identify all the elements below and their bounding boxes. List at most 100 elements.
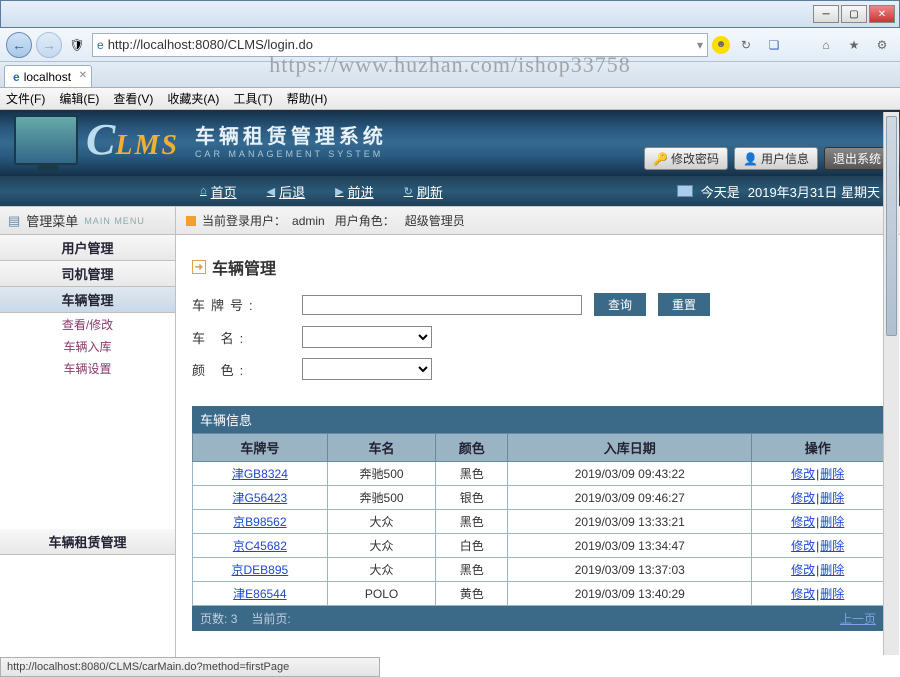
nav-link[interactable]: ▶前进: [335, 182, 373, 201]
name-select[interactable]: [302, 326, 432, 348]
scrollbar-thumb[interactable]: [886, 116, 897, 336]
delete-link[interactable]: 删除: [820, 515, 844, 529]
nav-link[interactable]: ⌂首页: [200, 182, 237, 201]
plate-link[interactable]: 京B98562: [233, 515, 286, 529]
app-nav: ⌂首页◀后退▶前进↻刷新 今天是 2019年3月31日 星期天: [0, 176, 900, 206]
delete-link[interactable]: 删除: [820, 539, 844, 553]
url-field[interactable]: e http://localhost:8080/CLMS/login.do ▾: [92, 33, 708, 57]
tab-strip: e localhost ✕: [0, 62, 900, 88]
plate-link[interactable]: 京DEB895: [232, 563, 289, 577]
user-icon: 👤: [743, 152, 758, 166]
table-header: 入库日期: [508, 434, 752, 462]
close-button[interactable]: ✕: [869, 5, 895, 23]
breadcrumb: 当前登录用户： admin 用户角色： 超级管理员: [176, 207, 900, 235]
table-row: 京B98562大众黑色2019/03/09 13:33:21修改|删除: [193, 510, 884, 534]
delete-link[interactable]: 删除: [820, 491, 844, 505]
key-icon: 🔑: [653, 152, 668, 166]
shield-icon[interactable]: 🛡: [66, 34, 88, 56]
home-icon[interactable]: ⌂: [814, 33, 838, 57]
app-title-cn: 车辆租赁管理系统: [195, 120, 387, 149]
change-password-button[interactable]: 🔑修改密码: [644, 147, 728, 170]
sidebar-sub-item[interactable]: 车辆设置: [0, 357, 175, 379]
vertical-scrollbar[interactable]: [883, 112, 899, 655]
table-header: 车牌号: [193, 434, 328, 462]
browser-menu-item[interactable]: 收藏夹(A): [167, 90, 219, 107]
browser-menu-item[interactable]: 文件(F): [6, 90, 45, 107]
dropdown-icon[interactable]: ▾: [697, 38, 703, 52]
table-row: 津G56423奔驰500银色2019/03/09 09:46:27修改|删除: [193, 486, 884, 510]
sidebar-item-rental[interactable]: 车辆租赁管理: [0, 529, 175, 555]
nav-link[interactable]: ◀后退: [267, 182, 305, 201]
table-title: 车辆信息: [192, 406, 884, 433]
ie-icon: e: [13, 70, 20, 84]
smiley-icon[interactable]: ☻: [712, 36, 730, 54]
edit-link[interactable]: 修改: [791, 515, 815, 529]
user-info-button[interactable]: 👤用户信息: [734, 147, 818, 170]
plate-input[interactable]: [302, 295, 582, 315]
forward-button[interactable]: →: [36, 32, 62, 58]
app-root: CLMS 车辆租赁管理系统 CAR MANAGEMENT SYSTEM 🔑修改密…: [0, 110, 900, 672]
work-area: ▤ 管理菜单 MAIN MENU 用户管理司机管理车辆管理 查看/修改车辆入库车…: [0, 206, 900, 672]
edit-link[interactable]: 修改: [791, 467, 815, 481]
arrow-icon: ➜: [192, 260, 206, 274]
prev-page-link[interactable]: 上一页: [840, 610, 876, 627]
browser-tab[interactable]: e localhost ✕: [4, 65, 92, 87]
table-row: 京DEB895大众黑色2019/03/09 13:37:03修改|删除: [193, 558, 884, 582]
sidebar-item[interactable]: 司机管理: [0, 261, 175, 287]
label-color: 颜 色:: [192, 360, 302, 379]
edit-link[interactable]: 修改: [791, 491, 815, 505]
sidebar-item[interactable]: 车辆管理: [0, 287, 175, 313]
back-button[interactable]: ←: [6, 32, 32, 58]
nav-icon: ▶: [335, 185, 343, 198]
table-header: 操作: [752, 434, 884, 462]
query-button[interactable]: 查询: [594, 293, 646, 316]
edit-link[interactable]: 修改: [791, 563, 815, 577]
square-icon: [186, 216, 196, 226]
browser-menu-item[interactable]: 编辑(E): [59, 90, 99, 107]
car-table: 车辆信息 车牌号车名颜色入库日期操作 津GB8324奔驰500黑色2019/03…: [192, 406, 884, 631]
browser-menu-item[interactable]: 帮助(H): [287, 90, 328, 107]
delete-link[interactable]: 删除: [820, 563, 844, 577]
sidebar-sub-item[interactable]: 查看/修改: [0, 313, 175, 335]
edit-link[interactable]: 修改: [791, 587, 815, 601]
tab-close-icon[interactable]: ✕: [79, 70, 87, 81]
plate-link[interactable]: 津GB8324: [232, 467, 288, 481]
url-text: http://localhost:8080/CLMS/login.do: [108, 37, 693, 52]
list-icon: ▤: [8, 213, 20, 229]
nav-icon: ◀: [267, 185, 275, 198]
table-header: 颜色: [436, 434, 508, 462]
table-row: 京C45682大众白色2019/03/09 13:34:47修改|删除: [193, 534, 884, 558]
tools-icon[interactable]: ⚙: [870, 33, 894, 57]
date-prefix: 今天是: [701, 182, 740, 201]
logout-button[interactable]: 退出系统: [824, 147, 890, 170]
delete-link[interactable]: 删除: [820, 587, 844, 601]
edit-link[interactable]: 修改: [791, 539, 815, 553]
browser-menu-item[interactable]: 查看(V): [113, 90, 153, 107]
maximize-button[interactable]: ▢: [841, 5, 867, 23]
browser-menu-item[interactable]: 工具(T): [233, 90, 272, 107]
sidebar: ▤ 管理菜单 MAIN MENU 用户管理司机管理车辆管理 查看/修改车辆入库车…: [0, 207, 176, 672]
monitor-small-icon: [677, 185, 693, 197]
plate-link[interactable]: 京C45682: [233, 539, 287, 553]
plate-link[interactable]: 津G56423: [232, 491, 287, 505]
delete-link[interactable]: 删除: [820, 467, 844, 481]
app-title-en: CAR MANAGEMENT SYSTEM: [195, 149, 387, 159]
reset-button[interactable]: 重置: [658, 293, 710, 316]
ie-icon: e: [97, 38, 104, 52]
color-select[interactable]: [302, 358, 432, 380]
plate-link[interactable]: 津E86544: [233, 587, 286, 601]
label-plate: 车牌号:: [192, 295, 302, 314]
address-bar: ← → 🛡 e http://localhost:8080/CLMS/login…: [0, 28, 900, 62]
favorites-icon[interactable]: ★: [842, 33, 866, 57]
main-content: 当前登录用户： admin 用户角色： 超级管理员 ➜ 车辆管理 车牌号: 查询…: [176, 207, 900, 672]
window-titlebar: ─ ▢ ✕: [0, 0, 900, 28]
feed-icon[interactable]: ❏: [762, 33, 786, 57]
monitor-icon: [14, 115, 78, 165]
nav-icon: ↻: [404, 185, 413, 198]
page-title: ➜ 车辆管理: [192, 255, 890, 279]
minimize-button[interactable]: ─: [813, 5, 839, 23]
sidebar-sub-item[interactable]: 车辆入库: [0, 335, 175, 357]
sidebar-item[interactable]: 用户管理: [0, 235, 175, 261]
nav-link[interactable]: ↻刷新: [404, 182, 443, 201]
refresh-icon[interactable]: ↻: [734, 33, 758, 57]
